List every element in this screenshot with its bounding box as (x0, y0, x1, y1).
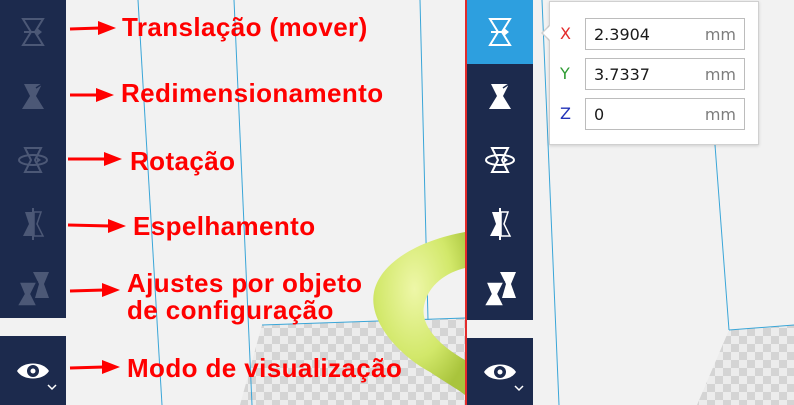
annotation-per-model-settings-text-2: de configuração (127, 295, 334, 325)
annotation-arrows (67, 21, 126, 374)
annotation-view-mode: Modo de visualização (127, 355, 402, 382)
y-unit: mm (704, 65, 736, 84)
y-coordinate-row: Y 3.7337 mm (550, 58, 760, 90)
annotation-translate: Translação (mover) (122, 14, 368, 41)
rotate-tool-button[interactable] (467, 128, 533, 192)
z-input[interactable]: 0 mm (585, 98, 745, 130)
x-value: 2.3904 (594, 25, 650, 44)
z-label: Z (560, 104, 571, 123)
translate-popup: X 2.3904 mm Y 3.7337 mm Z 0 mm (549, 1, 759, 145)
annotation-scale-text: Redimensionamento (121, 78, 384, 108)
left-viewport: Translação (mover) Redimensionamento Rot… (0, 0, 465, 405)
right-viewport: X 2.3904 mm Y 3.7337 mm Z 0 mm (467, 0, 794, 405)
y-label: Y (560, 64, 570, 83)
annotation-view-mode-text: Modo de visualização (127, 353, 403, 383)
z-unit: mm (704, 105, 736, 124)
annotation-mirror-text: Espelhamento (133, 211, 316, 241)
annotation-per-model-settings: Ajustes por objeto de configuração (127, 270, 362, 324)
view-mode-button[interactable] (467, 338, 533, 405)
right-build-plate (697, 325, 794, 405)
y-input[interactable]: 3.7337 mm (585, 58, 745, 90)
annotation-rotate: Rotação (130, 148, 235, 175)
x-unit: mm (704, 25, 736, 44)
z-value: 0 (594, 105, 605, 124)
per-model-settings-icon (482, 272, 516, 307)
annotation-mirror: Espelhamento (133, 213, 316, 240)
annotation-translate-text: Translação (mover) (122, 12, 368, 42)
per-model-settings-tool-button[interactable] (467, 256, 533, 320)
scale-icon (489, 82, 511, 109)
annotation-rotate-text: Rotação (130, 146, 236, 176)
scale-tool-button[interactable] (467, 64, 533, 128)
chevron-down-icon (514, 385, 524, 392)
translate-icon (488, 18, 512, 46)
annotation-per-model-settings-text: Ajustes por objeto (127, 268, 363, 298)
rotate-icon (485, 147, 515, 173)
x-label: X (560, 24, 571, 43)
mirror-icon (490, 208, 512, 240)
x-coordinate-row: X 2.3904 mm (550, 18, 760, 50)
z-coordinate-row: Z 0 mm (550, 98, 760, 130)
annotation-scale: Redimensionamento (121, 80, 384, 107)
translate-tool-button-active[interactable] (467, 0, 533, 64)
y-value: 3.7337 (594, 65, 650, 84)
popup-pointer-inner (543, 25, 551, 41)
x-input[interactable]: 2.3904 mm (585, 18, 745, 50)
right-tool-panel (467, 0, 533, 320)
mirror-tool-button[interactable] (467, 192, 533, 256)
